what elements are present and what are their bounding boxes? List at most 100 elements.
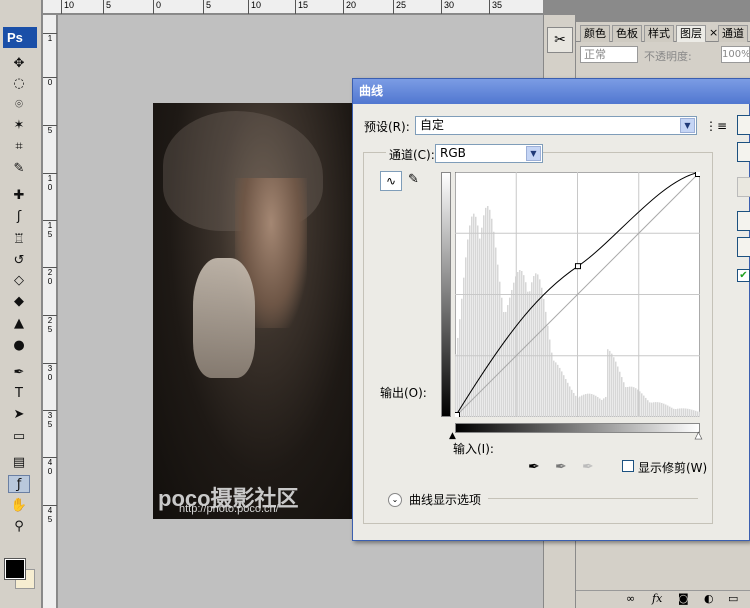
curve-display-options-label[interactable]: 曲线显示选项 — [409, 491, 481, 508]
channel-select[interactable]: RGB ▼ — [435, 144, 543, 163]
paint-bucket-icon[interactable]: ◆ — [8, 293, 30, 311]
options-button[interactable] — [737, 211, 750, 231]
dodge-icon[interactable]: ● — [8, 337, 30, 355]
ruler-tick-label: 10 — [248, 0, 261, 14]
magic-wand-icon[interactable]: ✶ — [8, 117, 30, 135]
photo-glove — [193, 258, 255, 378]
ok-button[interactable] — [737, 115, 750, 135]
ruler-tick-label: 3 5 — [43, 410, 57, 429]
ruler-tick-label: 0 — [43, 77, 57, 87]
auto-button[interactable] — [737, 177, 750, 197]
curve-control-point[interactable] — [574, 263, 581, 270]
panel-bottom-bar: ∞ fx ◙ ◐ ▭ — [576, 590, 750, 608]
slice-icon[interactable]: ✎ — [8, 160, 30, 178]
link-icon[interactable]: ∞ — [626, 592, 635, 605]
blur-icon[interactable]: ▲ — [8, 315, 30, 333]
ruler-tick-label: 30 — [441, 0, 454, 14]
preview-checkbox[interactable]: ✔ — [737, 269, 750, 282]
ruler-tick-label: 1 — [43, 33, 57, 43]
black-eyedropper-icon[interactable]: ✒ — [528, 459, 540, 475]
opacity-label: 不透明度: — [644, 50, 692, 63]
opacity-input[interactable]: 100% — [721, 46, 750, 63]
curve-point-icon[interactable]: ∿ — [380, 171, 402, 191]
tab-styles[interactable]: 样式 — [644, 25, 674, 42]
photoshop-logo[interactable]: Ps — [3, 27, 37, 48]
dialog-title[interactable]: 曲线 — [353, 79, 750, 104]
zoom-icon[interactable]: ⚲ — [8, 518, 30, 536]
path-selection-icon[interactable]: ➤ — [8, 406, 30, 424]
move-icon[interactable]: ✥ — [8, 55, 30, 73]
rectangle-shape-icon[interactable]: ▭ — [8, 428, 30, 446]
lasso-icon[interactable]: ⌾ — [8, 96, 30, 114]
show-clipping-label[interactable]: 显示修剪(W) — [638, 459, 707, 476]
preset-options-icon[interactable]: ⋮≡ — [705, 119, 727, 133]
expand-options-icon[interactable]: ⌄ — [388, 493, 402, 507]
ruler-tick-label: 10 — [61, 0, 74, 14]
ruler-tick-label: 25 — [393, 0, 406, 14]
tab-color[interactable]: 颜色 — [580, 25, 610, 42]
curve-endpoint-black[interactable] — [455, 412, 460, 418]
white-eyedropper-icon[interactable]: ✒ — [582, 459, 594, 475]
tools-panel: Ps ✥ ◌ ⌾ ✶ ⌗ ✎ ✚ ʃ ♖ ↺ ◇ ◆ ▲ ● ✒ T ➤ ▭ ▤ ƒ ✋ ⚲ — [0, 0, 42, 608]
healing-brush-icon[interactable]: ✚ — [8, 187, 30, 205]
document-photo[interactable]: poco摄影社区 http://photo.poco.cn/ — [153, 103, 353, 519]
folder-icon[interactable]: ▭ — [728, 592, 738, 605]
eyedropper-icon[interactable]: ƒ — [8, 475, 30, 493]
ruler-tick-label: 0 — [153, 0, 161, 14]
mask-icon[interactable]: ◙ — [678, 592, 689, 605]
chevron-down-icon[interactable]: ▼ — [526, 146, 541, 161]
preset-select[interactable]: 自定 ▼ — [415, 116, 697, 135]
crop-icon[interactable]: ⌗ — [8, 138, 30, 156]
eraser-icon[interactable]: ◇ — [8, 272, 30, 290]
preset-label: 预设(R): — [364, 120, 410, 134]
pencil-icon[interactable]: ✎ — [408, 172, 419, 187]
brush-icon[interactable]: ʃ — [8, 208, 30, 226]
pen-icon[interactable]: ✒ — [8, 364, 30, 382]
notes-icon[interactable]: ▤ — [8, 454, 30, 472]
adjustment-icon[interactable]: ◐ — [704, 592, 714, 605]
tab-channels[interactable]: 通道 — [718, 25, 748, 42]
output-label: 输出(O): — [380, 386, 427, 400]
watermark-url: http://photo.poco.cn/ — [179, 503, 279, 515]
smooth-button[interactable] — [737, 237, 750, 257]
ruler-tick-label: 5 — [103, 0, 111, 14]
hand-icon[interactable]: ✋ — [8, 497, 30, 515]
fx-icon[interactable]: fx — [652, 592, 662, 605]
options-divider — [488, 498, 698, 499]
ruler-tick-label: 2 0 — [43, 267, 57, 286]
curve-endpoint-white[interactable] — [695, 172, 701, 177]
curves-dialog: 曲线 预设(R): 自定 ▼ ⋮≡ 通道(C): RGB ▼ ∿ ✎ ▲ ▲ 输… — [352, 78, 750, 541]
show-clipping-checkbox[interactable] — [622, 460, 634, 472]
cancel-button[interactable] — [737, 142, 750, 162]
input-gradient-bar — [455, 423, 700, 433]
channel-value: RGB — [440, 146, 466, 160]
history-brush-icon[interactable]: ↺ — [8, 252, 30, 270]
ruler-tick-label: 2 5 — [43, 315, 57, 334]
curves-graph[interactable] — [455, 172, 700, 417]
ruler-tick-label: 4 0 — [43, 457, 57, 476]
ruler-tick-label: 4 5 — [43, 505, 57, 524]
tab-swatches[interactable]: 色板 — [612, 25, 642, 42]
chevron-down-icon[interactable]: ▼ — [680, 118, 695, 133]
tab-layers[interactable]: 图层 — [676, 25, 706, 42]
tool-presets-icon[interactable]: ✂ — [547, 27, 573, 53]
ruler-tick-label: 1 0 — [43, 173, 57, 192]
gray-eyedropper-icon[interactable]: ✒ — [555, 459, 567, 475]
input-label: 输入(I): — [453, 442, 494, 456]
elliptical-marquee-icon[interactable]: ◌ — [8, 75, 30, 93]
white-point-slider[interactable]: ▲ — [695, 431, 703, 442]
ruler-tick-label: 5 — [43, 125, 57, 135]
channel-label: 通道(C): — [386, 146, 438, 163]
ruler-tick-label: 1 5 — [43, 220, 57, 239]
ruler-tick-label: 5 — [203, 0, 211, 14]
output-gradient-bar — [441, 172, 451, 417]
foreground-color-swatch[interactable] — [4, 558, 26, 580]
panel-tabs: 颜色 色板 样式 图层 × 通道 — [576, 22, 750, 42]
type-icon[interactable]: T — [8, 385, 30, 403]
ruler-tick-label: 3 0 — [43, 363, 57, 382]
clone-stamp-icon[interactable]: ♖ — [8, 231, 30, 249]
preset-value: 自定 — [420, 118, 445, 132]
ruler-tick-label: 15 — [295, 0, 308, 14]
blend-mode-select[interactable]: 正常 — [580, 46, 638, 63]
vertical-ruler: 1051 01 52 02 53 03 54 04 5 — [43, 15, 57, 608]
